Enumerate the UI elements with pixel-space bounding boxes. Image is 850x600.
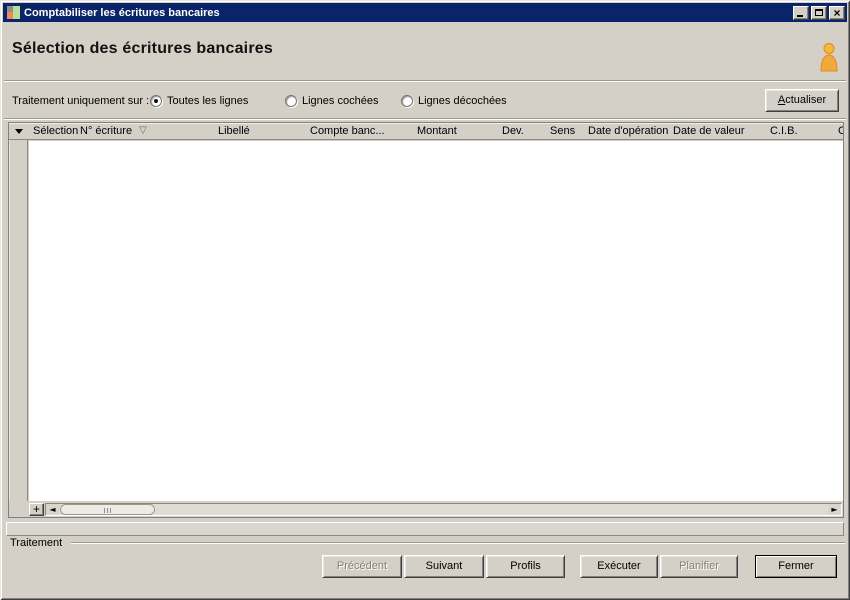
separator [4, 80, 846, 82]
thumb-grip-icon [103, 507, 112, 513]
app-icon[interactable] [7, 6, 20, 19]
close-icon: × [833, 5, 841, 20]
suivant-button[interactable]: Suivant [404, 555, 484, 578]
scroll-left-button[interactable]: ◄ [46, 503, 59, 515]
column-header-libelle[interactable]: Libellé [213, 123, 305, 139]
column-header-compte-bancaire[interactable]: Compte banc... [305, 123, 412, 139]
separator [4, 118, 846, 120]
radio-unchecked-icon [285, 95, 297, 107]
scroll-right-button[interactable]: ► [828, 503, 841, 515]
column-header-devise[interactable]: Dev. [497, 123, 545, 139]
add-row-button[interactable]: + [29, 502, 44, 516]
user-icon [820, 43, 838, 72]
bank-entries-grid: Sélection N° écriture ▽ Libellé Compte b… [8, 122, 844, 518]
horizontal-scrollbar-row: + ◄ ► [9, 501, 843, 517]
minimize-button[interactable] [793, 5, 809, 20]
grid-body-empty [29, 141, 843, 501]
traitement-group-line [71, 542, 845, 544]
window-controls: × [793, 5, 845, 20]
precedent-button: Précédent [322, 555, 402, 578]
column-header-numero-ecriture[interactable]: N° écriture ▽ [75, 123, 213, 139]
grid-header-row: Sélection N° écriture ▽ Libellé Compte b… [9, 123, 843, 140]
radio-toutes-les-lignes[interactable]: Toutes les lignes [150, 84, 248, 118]
column-header-montant[interactable]: Montant [412, 123, 497, 139]
column-header-sens[interactable]: Sens [545, 123, 583, 139]
app-icon-green-square [13, 6, 20, 19]
radio-unchecked-icon [401, 95, 413, 107]
column-header-date-operation[interactable]: Date d'opération [583, 123, 668, 139]
close-button[interactable]: × [829, 5, 845, 20]
planifier-button: Planifier [660, 555, 738, 578]
profils-button[interactable]: Profils [486, 555, 565, 578]
column-header-date-valeur[interactable]: Date de valeur [668, 123, 765, 139]
radio-label: Lignes cochées [302, 95, 379, 107]
gutter-menu-button[interactable] [9, 123, 28, 139]
maximize-icon [815, 8, 823, 16]
fermer-button[interactable]: Fermer [755, 555, 837, 578]
maximize-button[interactable] [811, 5, 827, 20]
minimize-icon [797, 14, 803, 17]
radio-label: Lignes décochées [418, 95, 507, 107]
sort-filter-icon[interactable]: ▽ [139, 126, 147, 136]
status-strip [6, 522, 844, 536]
executer-button[interactable]: Exécuter [580, 555, 658, 578]
dialog-window: Comptabiliser les écritures bancaires × … [0, 0, 850, 600]
actualiser-button[interactable]: Actualiser [765, 89, 839, 112]
window-title: Comptabiliser les écritures bancaires [24, 6, 220, 19]
filter-label: Traitement uniquement sur : [12, 95, 150, 107]
radio-checked-icon [150, 95, 162, 107]
traitement-group-label: Traitement [10, 537, 63, 549]
titlebar[interactable]: Comptabiliser les écritures bancaires × [3, 3, 847, 22]
row-selector-gutter [9, 123, 28, 501]
column-header-truncated[interactable]: C [833, 123, 843, 139]
radio-lignes-decochees[interactable]: Lignes décochées [401, 84, 507, 118]
column-header-cib[interactable]: C.I.B. [765, 123, 833, 139]
filter-bar: Traitement uniquement sur : Toutes les l… [0, 84, 850, 118]
radio-lignes-cochees[interactable]: Lignes cochées [285, 84, 378, 118]
radio-label: Toutes les lignes [167, 95, 249, 107]
column-header-selection[interactable]: Sélection [28, 123, 78, 139]
scrollbar-track[interactable]: ◄ ► [45, 502, 842, 516]
page-title: Sélection des écritures bancaires [12, 40, 273, 57]
scrollbar-thumb[interactable] [60, 503, 155, 515]
chevron-down-icon [14, 128, 23, 134]
